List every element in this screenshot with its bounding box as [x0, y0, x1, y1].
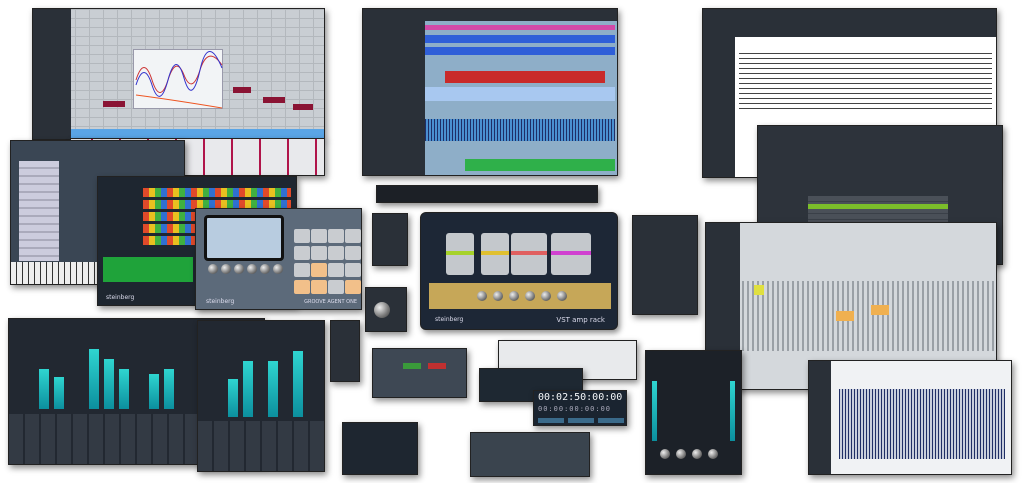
steinberg-logo: steinberg [106, 294, 135, 301]
curve-graph [135, 51, 223, 109]
vst-amp-rack: steinberg VST amp rack [420, 212, 618, 330]
small-list-panel [330, 320, 360, 382]
timecode-primary: 00:02:50:00:00 [538, 392, 623, 403]
routing-panel [372, 348, 467, 398]
channel-table [470, 432, 590, 477]
small-knob-panel [365, 287, 407, 332]
effect-panel [632, 215, 698, 315]
meter-panel [342, 422, 418, 475]
groove-agent-title: GROOVE AGENT ONE [304, 299, 357, 305]
key-editor-window [32, 8, 325, 140]
project-window [362, 8, 618, 176]
amp-rack-title: VST amp rack [556, 316, 605, 324]
inspector-panel [33, 9, 71, 139]
mixer-console-2 [197, 320, 325, 472]
time-display: 00:02:50:00:00 00:00:00:00:00 [533, 390, 627, 426]
steinberg-logo: steinberg [435, 316, 464, 323]
timecode-secondary: 00:00:00:00:00 [538, 405, 612, 413]
amp-panel [429, 283, 611, 309]
controller-graph [133, 49, 223, 109]
rack-strip [376, 185, 598, 203]
groove-agent-one: steinberg GROOVE AGENT ONE [195, 208, 362, 310]
steinberg-logo: steinberg [206, 298, 235, 305]
small-panel [372, 213, 408, 266]
audio-editor [808, 360, 1012, 475]
surround-panner [645, 350, 742, 475]
